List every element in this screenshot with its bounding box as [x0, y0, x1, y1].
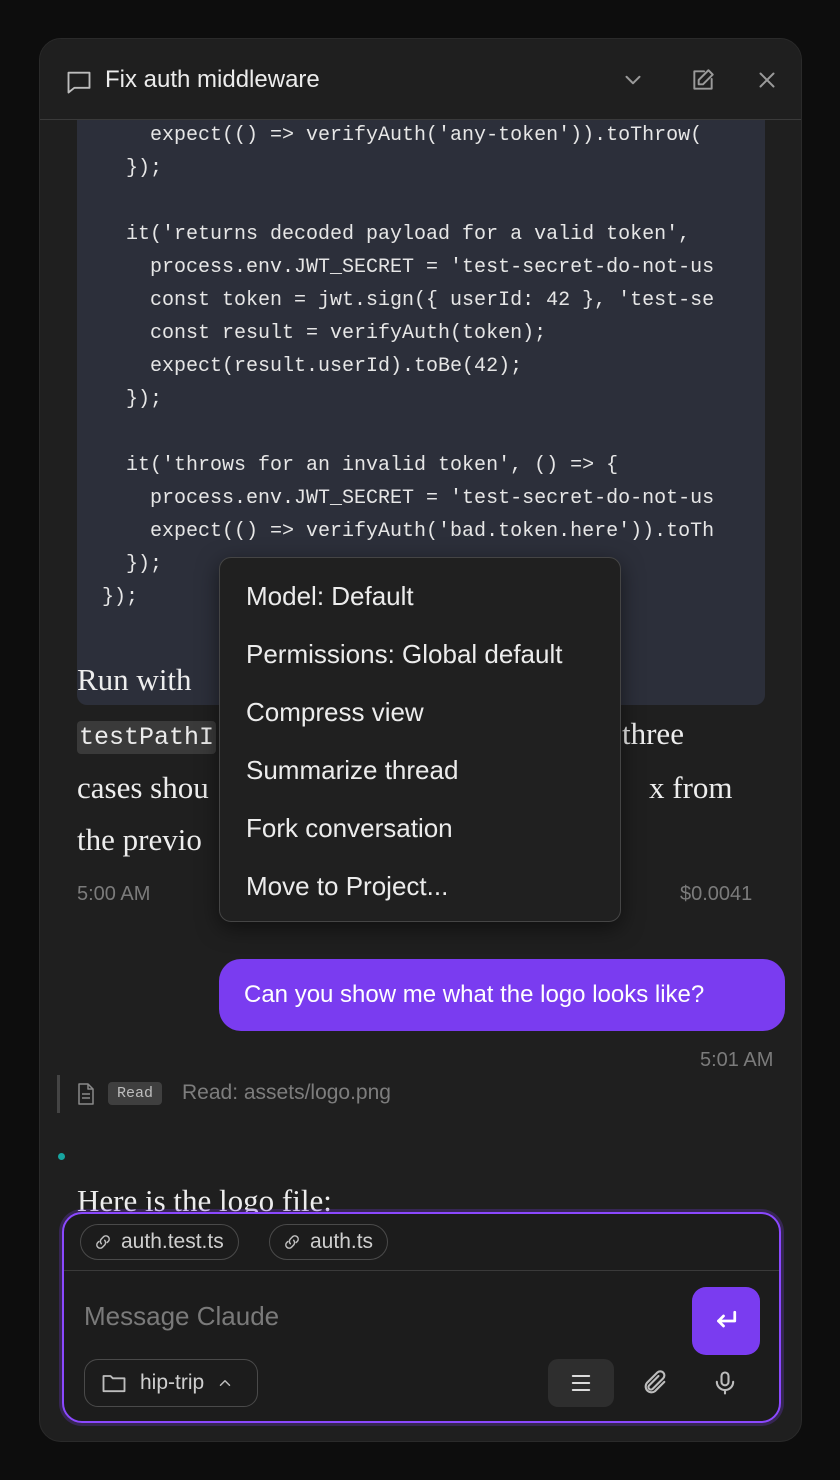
link-icon [285, 1235, 299, 1249]
menu-item-fork[interactable]: Fork conversation [246, 813, 453, 844]
prose-line-4: the previo [77, 822, 202, 857]
chip-label: auth.ts [310, 1230, 374, 1253]
new-chat-button[interactable] [688, 65, 718, 95]
project-folder-button[interactable]: hip-trip [84, 1359, 258, 1407]
close-icon [759, 72, 775, 88]
message-cost: $0.0041 [680, 883, 753, 905]
prose-line-2-tail: three [622, 716, 684, 751]
user-message-bubble: Can you show me what the logo looks like… [219, 959, 785, 1031]
prose-line-3-tail: x from [649, 770, 733, 805]
tool-call-text: Read: assets/logo.png [182, 1081, 391, 1104]
menu-item-permissions[interactable]: Permissions: Global default [246, 639, 562, 670]
prose-line-3: cases shou [77, 770, 209, 805]
message-timestamp: 5:00 AM [77, 883, 151, 905]
menu-item-move-to-project[interactable]: Move to Project... [246, 871, 448, 902]
user-message-timestamp: 5:01 AM [700, 1049, 774, 1071]
tool-call-read[interactable]: Read Read: assets/logo.png [57, 1075, 557, 1113]
chevron-up-icon [219, 1380, 231, 1386]
link-icon [96, 1235, 110, 1249]
menu-item-summarize[interactable]: Summarize thread [246, 755, 458, 786]
context-chip[interactable]: auth.ts [269, 1224, 389, 1260]
message-composer: auth.test.ts auth.ts hip-trip [62, 1212, 781, 1423]
status-dot [58, 1153, 65, 1160]
context-chips: auth.test.ts auth.ts [64, 1214, 779, 1271]
prose-line-2: testPathI [77, 716, 217, 754]
send-button[interactable] [692, 1287, 760, 1355]
file-icon [78, 1083, 94, 1105]
menu-item-compress-view[interactable]: Compress view [246, 697, 424, 728]
close-button[interactable] [752, 65, 782, 95]
collapse-button[interactable] [618, 65, 648, 95]
menu-button[interactable] [548, 1359, 614, 1407]
menu-item-model[interactable]: Model: Default [246, 581, 414, 612]
inline-code: testPathI [77, 721, 217, 754]
conversation-title[interactable]: Fix auth middleware [105, 66, 320, 94]
context-chip[interactable]: auth.test.ts [80, 1224, 239, 1260]
tool-call-bar [57, 1075, 60, 1113]
microphone-icon [715, 1371, 735, 1395]
paperclip-icon [644, 1370, 666, 1394]
chip-label: auth.test.ts [121, 1230, 224, 1253]
enter-icon [717, 1310, 737, 1328]
edit-icon [693, 69, 714, 90]
chevron-down-icon [625, 75, 641, 85]
chat-header: Fix auth middleware [40, 39, 801, 120]
hamburger-icon [571, 1374, 591, 1392]
code-text: expect(() => verifyAuth('any-token')).to… [102, 124, 715, 609]
thread-options-menu: Model: Default Permissions: Global defau… [219, 557, 621, 922]
message-input[interactable] [84, 1301, 664, 1332]
folder-label: hip-trip [140, 1371, 205, 1394]
chat-bubble-icon [67, 71, 91, 94]
tool-badge: Read [108, 1082, 163, 1105]
voice-button[interactable] [692, 1359, 758, 1407]
folder-icon [102, 1375, 126, 1393]
attach-button[interactable] [622, 1359, 688, 1407]
prose-line-1: Run with [77, 662, 192, 697]
